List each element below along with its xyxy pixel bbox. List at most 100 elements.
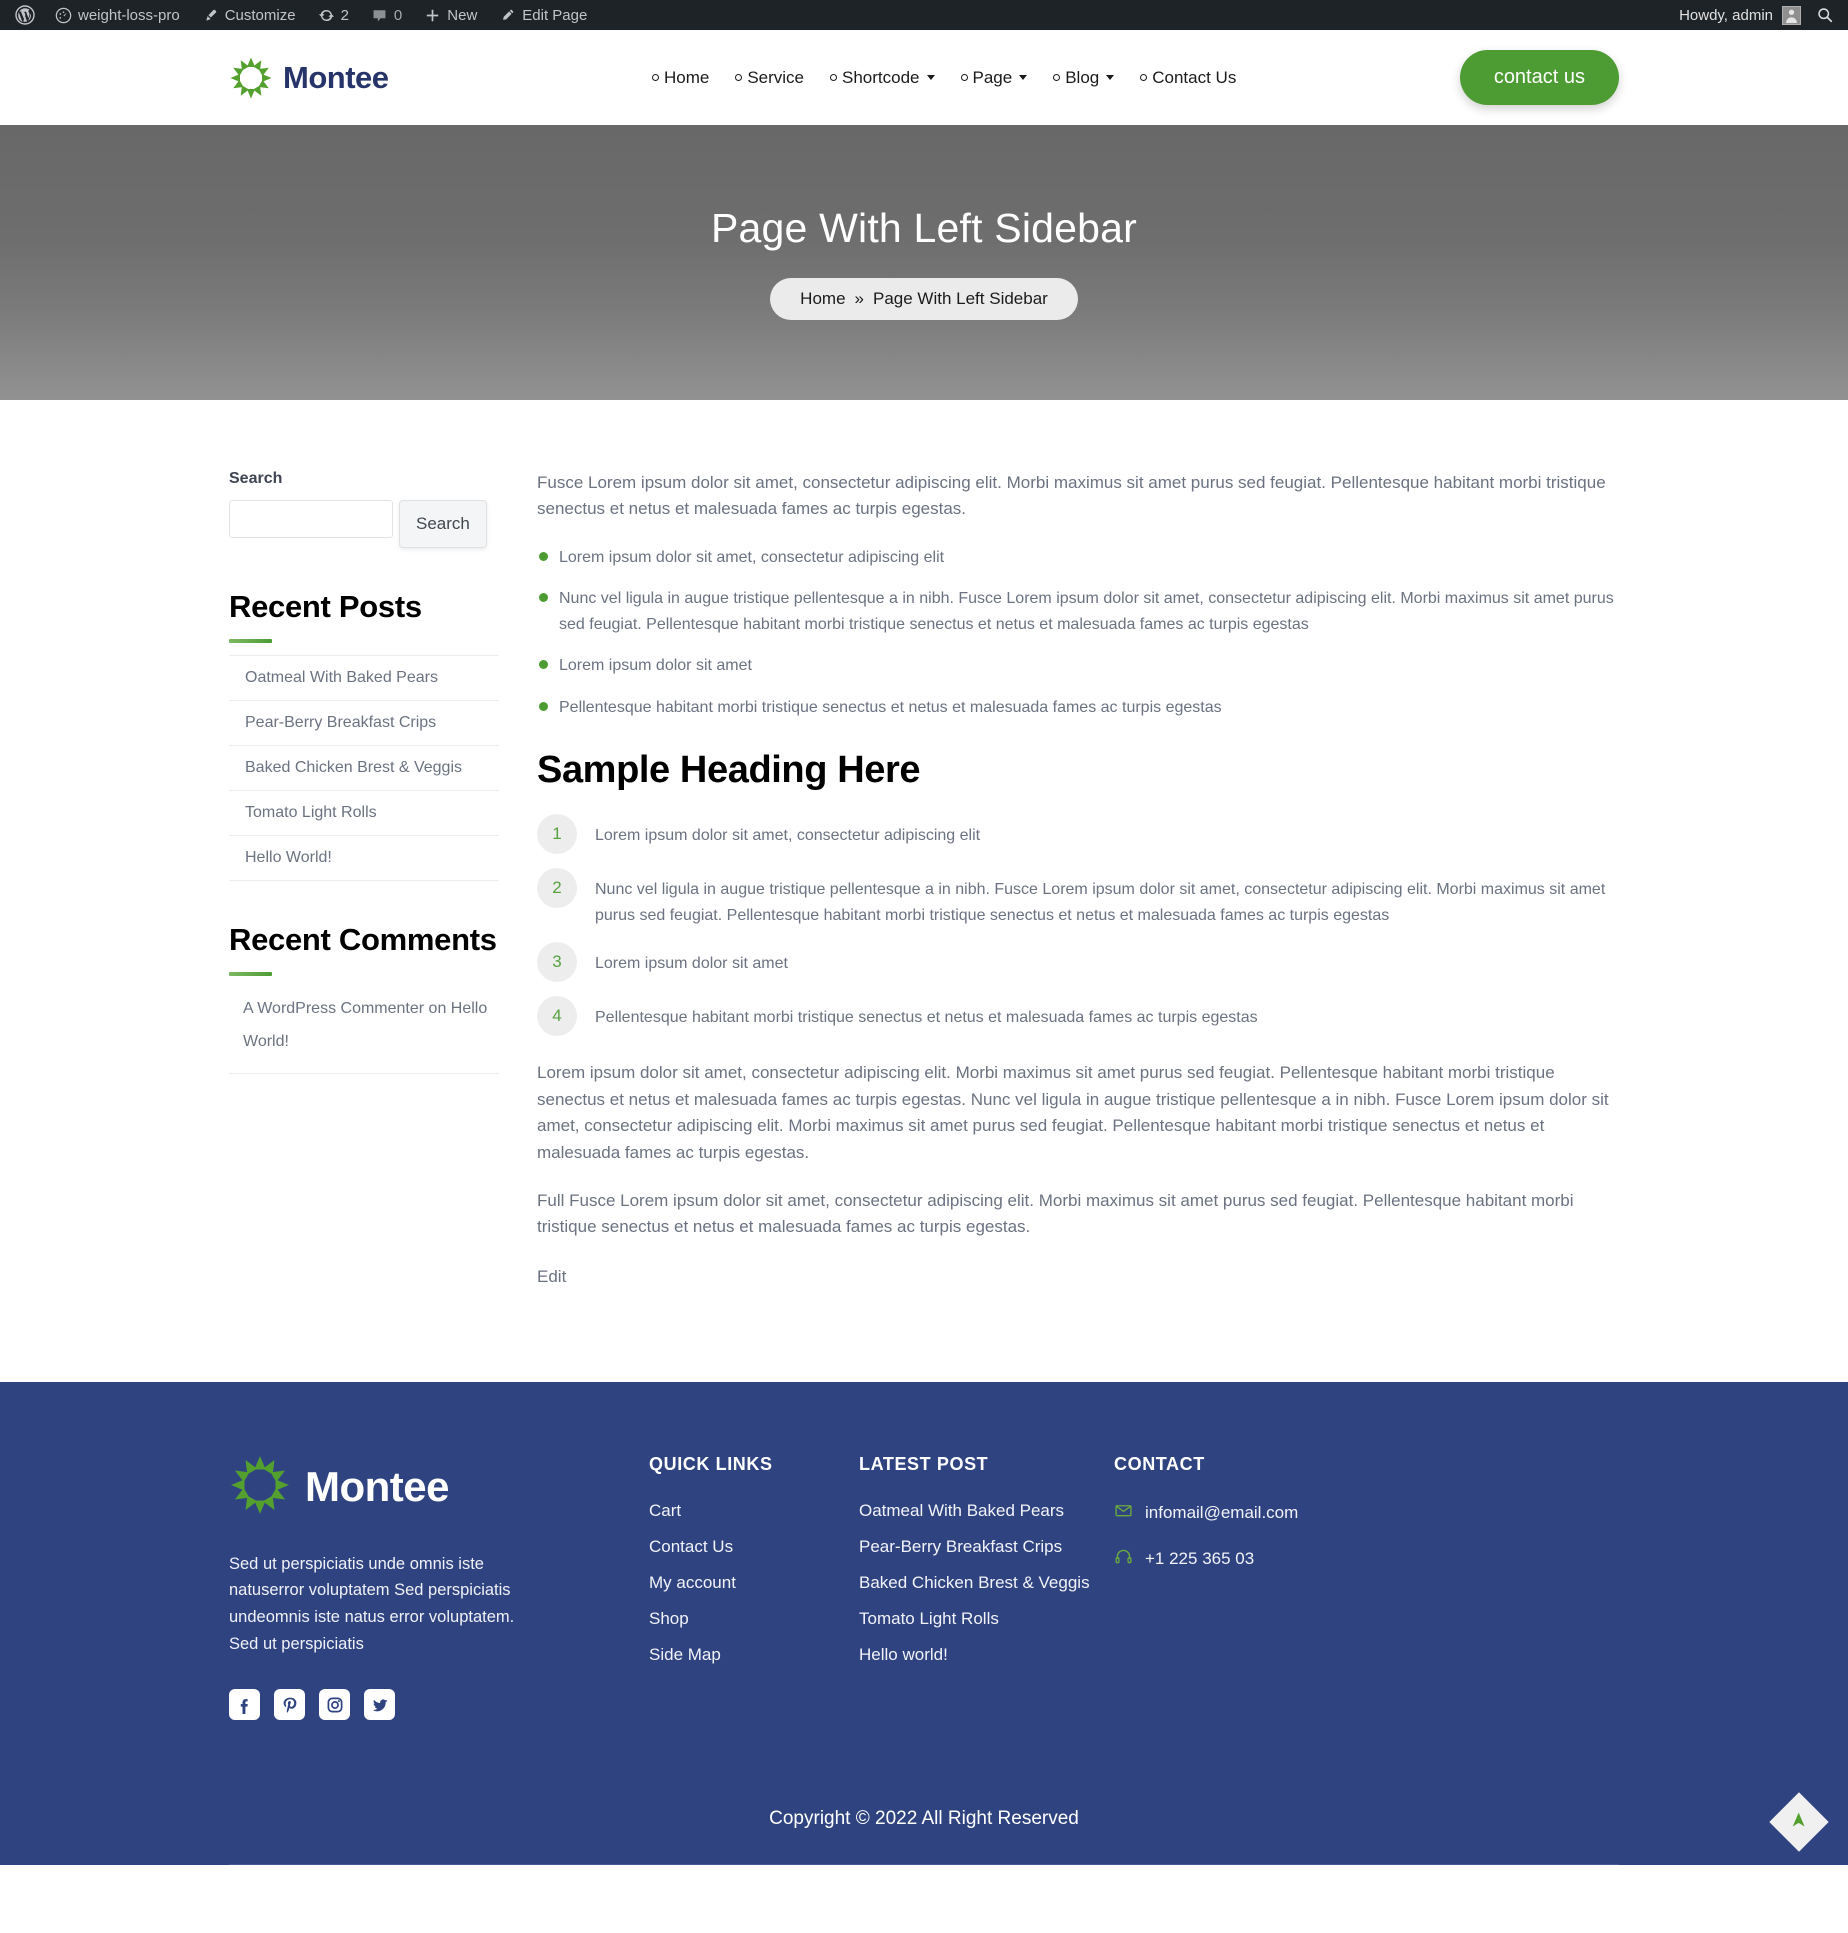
site-logo-link[interactable]: Montee [229, 56, 389, 100]
footer-column-title: CONTACT [1114, 1453, 1205, 1474]
wordpress-logo-icon [15, 5, 35, 25]
recent-comments-list: A WordPress Commenter on Hello World! [229, 988, 499, 1074]
adminbar-edit-page-label: Edit Page [522, 6, 588, 24]
widget-recent-posts: Recent Posts Oatmeal With Baked Pears Pe… [229, 588, 499, 881]
adminbar-comments-count: 0 [393, 6, 403, 24]
contact-email-row[interactable]: infomail@email.com [1114, 1501, 1619, 1525]
nav-item-home[interactable]: Home [651, 68, 709, 88]
wp-admin-bar: weight-loss-pro Customize 2 0 New Edit P… [0, 0, 1848, 30]
social-link-instagram[interactable] [319, 1689, 350, 1721]
contact-phone-row[interactable]: +1 225 365 03 [1114, 1547, 1619, 1571]
adminbar-search-toggle[interactable] [1812, 0, 1848, 30]
edit-post-link[interactable]: Edit [537, 1267, 566, 1287]
nav-item-label: Shortcode [842, 67, 920, 87]
footer-about-text: Sed ut perspiciatis unde omnis iste natu… [229, 1554, 515, 1653]
quick-link[interactable]: Shop [649, 1609, 689, 1628]
adminbar-edit-page[interactable]: Edit Page [488, 0, 598, 30]
search-input[interactable] [229, 500, 393, 538]
recent-posts-list: Oatmeal With Baked Pears Pear-Berry Brea… [229, 654, 499, 881]
breadcrumb-home[interactable]: Home [800, 289, 845, 309]
paintbrush-icon [202, 7, 219, 24]
list-item[interactable]: Baked Chicken Brest & Veggis [859, 1573, 1114, 1593]
widget-search: Search Search [229, 470, 499, 548]
quick-link[interactable]: Side Map [649, 1645, 721, 1664]
list-item-text: Nunc vel ligula in augue tristique pelle… [595, 880, 1606, 924]
latest-post-list: Oatmeal With Baked Pears Pear-Berry Brea… [859, 1501, 1114, 1665]
headphones-icon [1114, 1547, 1133, 1571]
comment-bubble-icon [371, 7, 388, 24]
list-item[interactable]: Oatmeal With Baked Pears [859, 1501, 1114, 1521]
list-item[interactable]: Oatmeal With Baked Pears [229, 656, 499, 701]
search-widget-label: Search [229, 470, 283, 487]
social-link-pinterest[interactable] [274, 1689, 305, 1721]
dot-icon [830, 74, 838, 81]
wordpress-logo-menu[interactable] [6, 0, 44, 30]
scroll-to-top-button[interactable] [1769, 1792, 1829, 1853]
adminbar-my-account[interactable]: Howdy, admin [1668, 0, 1812, 30]
contact-us-button[interactable]: contact us [1459, 50, 1619, 105]
latest-post-link[interactable]: Hello world! [859, 1645, 948, 1664]
widget-recent-comments: Recent Comments A WordPress Commenter on… [229, 921, 499, 1074]
copyright-text: Copyright © 2022 All Right Reserved [769, 1808, 1079, 1830]
list-item[interactable]: My account [649, 1573, 859, 1593]
chevron-down-icon [926, 75, 935, 80]
dot-icon [651, 74, 659, 81]
list-item[interactable]: Side Map [649, 1645, 859, 1665]
updates-icon [318, 7, 335, 24]
search-submit-button[interactable]: Search [399, 500, 487, 548]
nav-item-label: Contact Us [1152, 67, 1237, 87]
intro-paragraph: Fusce Lorem ipsum dolor sit amet, consec… [537, 473, 1606, 519]
footer-logo[interactable]: Montee [229, 1454, 589, 1521]
social-link-twitter[interactable] [364, 1689, 395, 1721]
footer-latest-post-column: LATEST POST Oatmeal With Baked Pears Pea… [859, 1454, 1114, 1721]
social-link-facebook[interactable] [229, 1689, 260, 1721]
site-footer: Montee Sed ut perspiciatis unde omnis is… [0, 1381, 1848, 1866]
main-content: Fusce Lorem ipsum dolor sit amet, consec… [537, 470, 1619, 1287]
adminbar-updates-count: 2 [340, 6, 349, 24]
nav-item-blog[interactable]: Blog [1053, 68, 1115, 88]
list-item-text: Pellentesque habitant morbi tristique se… [595, 1009, 1258, 1027]
nav-item-service[interactable]: Service [735, 68, 804, 88]
list-item: Lorem ipsum dolor sit amet, consectetur … [537, 545, 1619, 571]
list-item: 1 Lorem ipsum dolor sit amet, consectetu… [537, 813, 1619, 854]
nav-item-contact-us[interactable]: Contact Us [1140, 68, 1236, 88]
list-item[interactable]: Hello world! [859, 1645, 1114, 1665]
adminbar-comments[interactable]: 0 [360, 0, 413, 30]
adminbar-new[interactable]: New [413, 0, 488, 30]
chevron-down-icon [1106, 75, 1115, 80]
title-underline [229, 638, 272, 643]
envelope-icon [1114, 1501, 1133, 1525]
dot-icon [1140, 74, 1148, 81]
adminbar-customize[interactable]: Customize [191, 0, 307, 30]
page-content-wrapper: Search Search Recent Posts Oatmeal With … [229, 400, 1619, 1382]
list-item[interactable]: Shop [649, 1609, 859, 1629]
list-item[interactable]: Cart [649, 1501, 859, 1521]
quick-link[interactable]: Contact Us [649, 1537, 733, 1556]
list-item[interactable]: Contact Us [649, 1537, 859, 1557]
list-item[interactable]: Hello World! [229, 836, 499, 881]
latest-post-link[interactable]: Pear-Berry Breakfast Crips [859, 1537, 1062, 1556]
adminbar-customize-label: Customize [224, 6, 296, 24]
avatar [1782, 5, 1801, 25]
quick-link[interactable]: Cart [649, 1501, 681, 1520]
list-item[interactable]: Baked Chicken Brest & Veggis [229, 746, 499, 791]
adminbar-site-name[interactable]: weight-loss-pro [44, 0, 191, 30]
contact-phone-text: +1 225 365 03 [1145, 1548, 1255, 1568]
nav-item-shortcode[interactable]: Shortcode [830, 68, 935, 88]
site-title: Montee [283, 59, 389, 95]
latest-post-link[interactable]: Baked Chicken Brest & Veggis [859, 1573, 1090, 1592]
list-item[interactable]: Tomato Light Rolls [859, 1609, 1114, 1629]
list-item[interactable]: Pear-Berry Breakfast Crips [859, 1537, 1114, 1557]
title-underline [229, 971, 272, 976]
list-item[interactable]: A WordPress Commenter on Hello World! [229, 988, 499, 1074]
adminbar-updates[interactable]: 2 [307, 0, 360, 30]
quick-link[interactable]: My account [649, 1573, 736, 1592]
list-item[interactable]: Tomato Light Rolls [229, 791, 499, 836]
nav-item-page[interactable]: Page [960, 68, 1028, 88]
latest-post-link[interactable]: Tomato Light Rolls [859, 1609, 999, 1628]
latest-post-link[interactable]: Oatmeal With Baked Pears [859, 1501, 1064, 1520]
list-item[interactable]: Pear-Berry Breakfast Crips [229, 701, 499, 746]
footer-quick-links-column: QUICK LINKS Cart Contact Us My account S… [649, 1454, 859, 1721]
search-icon [1816, 6, 1834, 24]
bulleted-list: Lorem ipsum dolor sit amet, consectetur … [537, 545, 1619, 721]
